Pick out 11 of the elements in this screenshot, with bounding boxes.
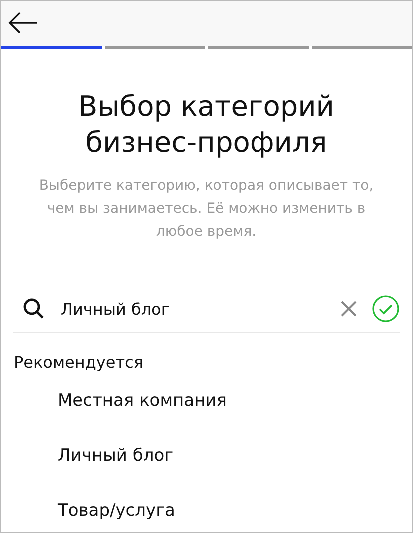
clear-button[interactable]: [340, 300, 358, 318]
category-item[interactable]: Местная компания: [58, 380, 412, 422]
category-item[interactable]: Товар/услуга: [58, 490, 412, 532]
search-field[interactable]: Личный блог: [59, 298, 326, 320]
section-label: Рекомендуется: [14, 353, 144, 372]
page-title: Выбор категорий бизнес-профиля: [77, 88, 336, 161]
confirm-button[interactable]: [372, 295, 400, 324]
search-icon: [23, 298, 45, 320]
category-item[interactable]: Личный блог: [58, 436, 412, 477]
back-button[interactable]: [8, 11, 38, 36]
page-description: Выберите категорию, которая описывает то, чем вы занимаетесь. Её можно изменить в любое время.: [38, 176, 375, 242]
